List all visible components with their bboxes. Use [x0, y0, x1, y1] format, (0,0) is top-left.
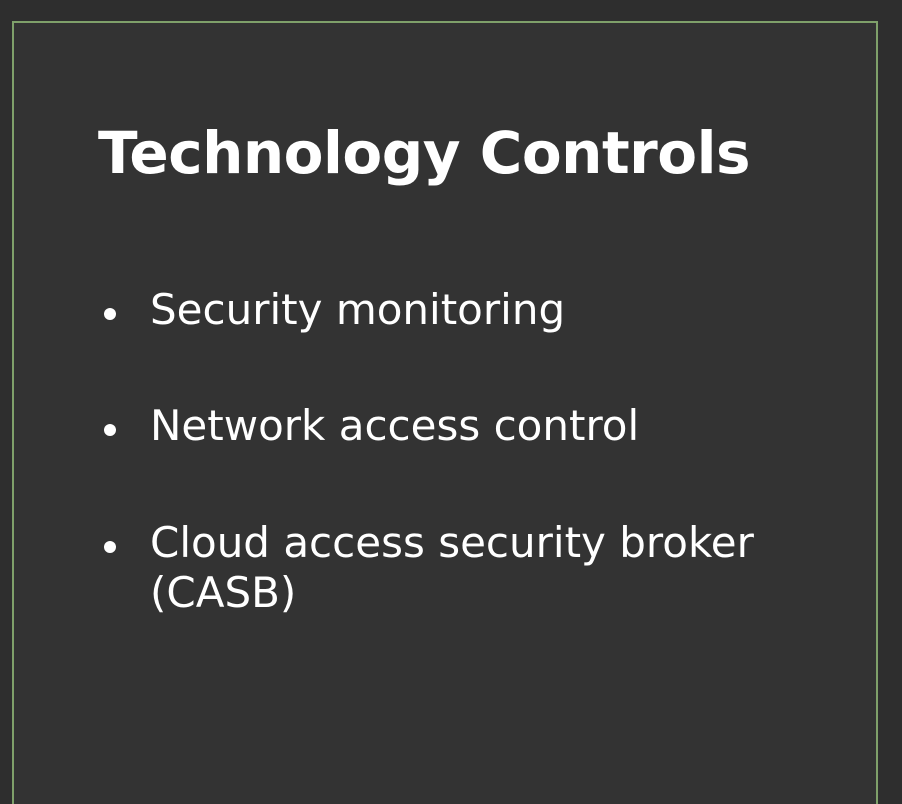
bullet-item-casb: Cloud access security broker (CASB) [104, 518, 844, 619]
bullet-item-security-monitoring: Security monitoring [104, 285, 844, 335]
bullet-icon [104, 540, 116, 553]
bullet-text: Network access control [150, 401, 640, 451]
bullet-list: Security monitoring Network access contr… [104, 285, 844, 685]
slide-frame: Technology Controls Security monitoring … [12, 21, 878, 804]
bullet-icon [104, 424, 116, 437]
bullet-icon [104, 308, 116, 320]
bullet-item-network-access-control: Network access control [104, 401, 844, 451]
bullet-text: Cloud access security broker (CASB) [150, 517, 754, 618]
bullet-text: Security monitoring [150, 285, 566, 334]
presentation-stage: Technology Controls Security monitoring … [0, 0, 902, 804]
slide-title: Technology Controls [98, 119, 751, 187]
